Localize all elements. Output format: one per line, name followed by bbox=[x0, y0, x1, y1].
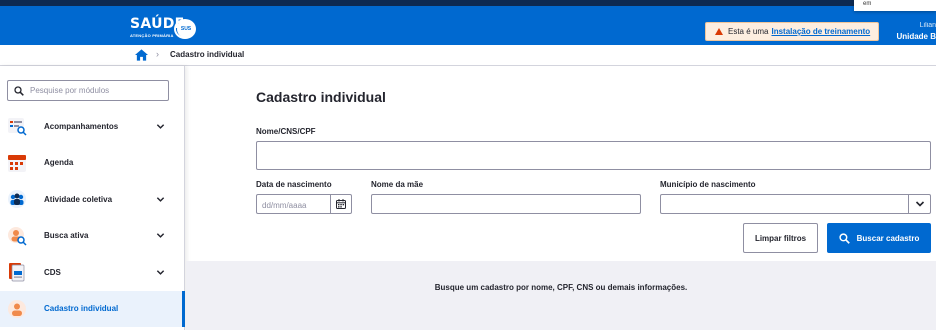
search-icon bbox=[839, 232, 850, 244]
page-title: Cadastro individual bbox=[256, 89, 386, 105]
sidebar-item-agenda[interactable]: Agenda bbox=[0, 145, 185, 182]
calendar-icon[interactable] bbox=[330, 195, 351, 213]
breadcrumb: › Cadastro individual bbox=[0, 45, 936, 66]
name-field[interactable] bbox=[256, 141, 931, 170]
home-icon[interactable] bbox=[135, 49, 148, 61]
sidebar-item-label: CDS bbox=[44, 267, 61, 277]
sidebar-item-atividade-coletiva[interactable]: Atividade coletiva bbox=[0, 181, 185, 218]
birth-date-input[interactable] bbox=[257, 196, 331, 215]
warning-text: Esta é uma bbox=[728, 27, 769, 36]
birth-city-label: Município de nascimento bbox=[660, 180, 756, 189]
breadcrumb-current: Cadastro individual bbox=[170, 50, 245, 59]
group-icon bbox=[7, 189, 27, 209]
module-search-input[interactable] bbox=[30, 86, 160, 95]
empty-results-message: Busque um cadastro por nome, CPF, CNS ou… bbox=[434, 283, 688, 292]
calendar-icon bbox=[7, 153, 27, 173]
main-content: Cadastro individual Nome/CNS/CPF Data de… bbox=[186, 66, 936, 330]
user-menu[interactable]: Lilian Unidade B bbox=[896, 20, 936, 42]
document-icon bbox=[7, 262, 27, 282]
person-icon bbox=[7, 299, 27, 319]
name-label: Nome/CNS/CPF bbox=[256, 127, 316, 136]
birth-city-input[interactable] bbox=[661, 196, 907, 215]
sidebar-item-label: Agenda bbox=[44, 158, 74, 168]
birth-date-field[interactable] bbox=[256, 194, 352, 215]
chevron-down-icon[interactable] bbox=[156, 231, 165, 240]
chevron-down-icon[interactable] bbox=[908, 195, 930, 213]
sidebar-item-label: Cadastro individual bbox=[44, 304, 119, 314]
warning-icon bbox=[715, 28, 723, 35]
sidebar-item-label: Busca ativa bbox=[44, 231, 89, 241]
mother-name-field[interactable] bbox=[371, 194, 641, 215]
mother-name-label: Nome da mãe bbox=[371, 180, 424, 189]
search-button[interactable]: Buscar cadastro bbox=[827, 223, 931, 253]
sidebar: Acompanhamentos Agenda bbox=[0, 66, 185, 330]
sidebar-item-cadastro-individual[interactable]: Cadastro individual bbox=[0, 290, 185, 327]
person-search-icon bbox=[7, 226, 27, 246]
popup-snippet: em bbox=[854, 0, 936, 11]
sidebar-menu: Acompanhamentos Agenda Atividade coletiv… bbox=[0, 108, 185, 327]
chevron-down-icon[interactable] bbox=[156, 268, 165, 277]
mother-name-input[interactable] bbox=[372, 196, 640, 215]
search-button-label: Buscar cadastro bbox=[856, 233, 920, 243]
sidebar-item-cds[interactable]: CDS bbox=[0, 254, 185, 291]
chevron-down-icon[interactable] bbox=[156, 122, 165, 131]
name-input[interactable] bbox=[257, 142, 930, 169]
esus-badge: SUS bbox=[177, 20, 195, 38]
birth-date-label: Data de nascimento bbox=[256, 180, 332, 189]
results-area: Busque um cadastro por nome, CPF, CNS ou… bbox=[186, 261, 936, 330]
user-unit: Unidade B bbox=[896, 32, 936, 41]
sidebar-item-label: Atividade coletiva bbox=[44, 194, 113, 204]
search-icon bbox=[14, 85, 24, 96]
clear-filters-button[interactable]: Limpar filtros bbox=[743, 223, 818, 253]
user-name: Lilian bbox=[919, 22, 936, 29]
module-search[interactable] bbox=[7, 80, 169, 101]
sidebar-item-busca-ativa[interactable]: Busca ativa bbox=[0, 218, 185, 255]
checklist-search-icon bbox=[7, 116, 27, 136]
top-bar: SAÚDE ATENÇÃO PRIMÁRIA SUS Esta é uma In… bbox=[0, 6, 936, 45]
training-link[interactable]: Instalação de treinamento bbox=[771, 27, 870, 36]
chevron-right-icon: › bbox=[156, 49, 159, 59]
training-warning: Esta é uma Instalação de treinamento bbox=[705, 22, 879, 41]
chevron-down-icon[interactable] bbox=[156, 195, 165, 204]
sidebar-item-acompanhamentos[interactable]: Acompanhamentos bbox=[0, 108, 185, 145]
sidebar-item-label: Acompanhamentos bbox=[44, 121, 119, 131]
birth-city-select[interactable] bbox=[660, 194, 931, 215]
